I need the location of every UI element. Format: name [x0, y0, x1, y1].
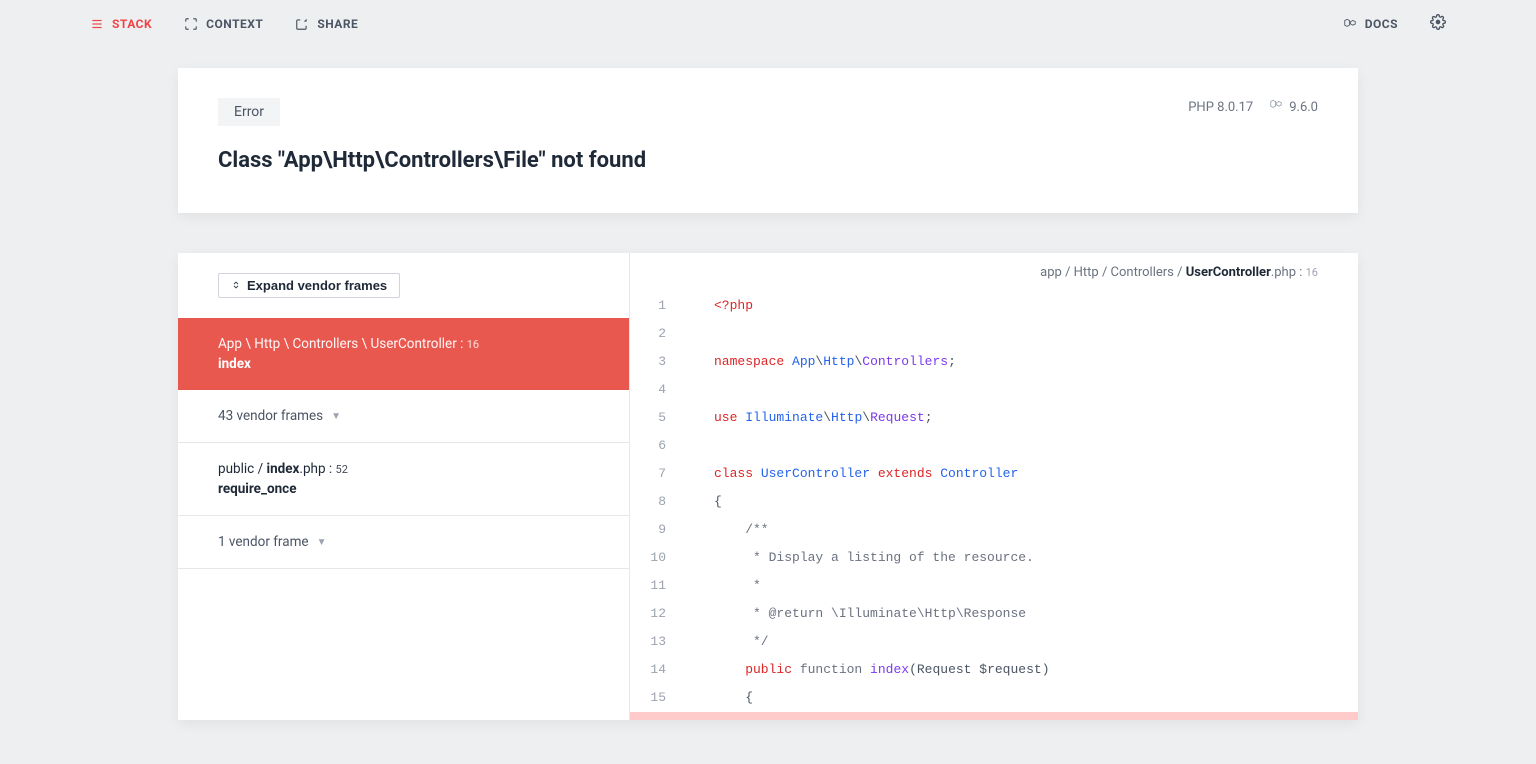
laravel-version: 9.6.0 [1289, 100, 1318, 115]
top-nav: STACK CONTEXT SHARE DOCS [0, 0, 1536, 48]
stack-icon [90, 17, 104, 31]
source-file-path: app / Http / Controllers / UserControlle… [630, 253, 1358, 292]
code-area: 1 2 3 4 5 6 7 8 9 10 11 12 13 14 15 [630, 292, 1358, 712]
nav-share[interactable]: SHARE [295, 17, 358, 31]
frame-vendor-group-1[interactable]: 43 vendor frames ▼ [178, 390, 629, 443]
frame-active[interactable]: App \ Http \ Controllers \ UserControlle… [178, 318, 629, 390]
laravel-version-wrap: 9.6.0 [1269, 98, 1318, 116]
code-lines: <?php namespace App\Http\Controllers; us… [686, 292, 1358, 712]
line-numbers: 1 2 3 4 5 6 7 8 9 10 11 12 13 14 15 [630, 292, 686, 712]
chevron-down-icon: ▼ [331, 411, 341, 422]
nav-context[interactable]: CONTEXT [184, 17, 263, 31]
expand-icon [231, 278, 241, 293]
frame-vendor-group-2[interactable]: 1 vendor frame ▼ [178, 516, 629, 569]
highlight-indicator [630, 712, 1358, 720]
expand-vendor-row: Expand vendor frames [178, 253, 629, 318]
context-icon [184, 17, 198, 31]
chevron-down-icon: ▼ [317, 537, 327, 548]
version-info: PHP 8.0.17 9.6.0 [1188, 98, 1318, 116]
frame-public-path: public / index.php : 52 [218, 461, 589, 477]
vendor-count-2: 1 vendor frame [218, 534, 309, 550]
gear-icon[interactable] [1430, 14, 1446, 34]
expand-vendor-button[interactable]: Expand vendor frames [218, 273, 400, 298]
main-panel: Expand vendor frames App \ Http \ Contro… [178, 253, 1358, 720]
frame-active-path: App \ Http \ Controllers \ UserControlle… [218, 336, 589, 352]
error-card: Error PHP 8.0.17 9.6.0 Class "App\Http\C… [178, 68, 1358, 213]
nav-context-label: CONTEXT [206, 17, 263, 31]
error-title: Class "App\Http\Controllers\File" not fo… [218, 148, 1318, 173]
error-badge: Error [218, 98, 280, 126]
frame-public-index[interactable]: public / index.php : 52 require_once [178, 443, 629, 516]
nav-stack[interactable]: STACK [90, 17, 152, 31]
frames-sidebar: Expand vendor frames App \ Http \ Contro… [178, 253, 630, 720]
vendor-count-1: 43 vendor frames [218, 408, 323, 424]
php-version: PHP 8.0.17 [1188, 100, 1253, 115]
nav-right: DOCS [1343, 14, 1446, 34]
code-panel: app / Http / Controllers / UserControlle… [630, 253, 1358, 720]
nav-docs[interactable]: DOCS [1343, 17, 1398, 31]
laravel-logo-icon [1269, 98, 1283, 116]
share-icon [295, 17, 309, 31]
laravel-icon [1343, 17, 1357, 31]
nav-share-label: SHARE [317, 17, 358, 31]
nav-left: STACK CONTEXT SHARE [90, 17, 358, 31]
frame-public-method: require_once [218, 481, 589, 497]
nav-stack-label: STACK [112, 17, 152, 31]
nav-docs-label: DOCS [1365, 17, 1398, 31]
expand-vendor-label: Expand vendor frames [247, 278, 387, 293]
frame-active-method: index [218, 356, 589, 372]
